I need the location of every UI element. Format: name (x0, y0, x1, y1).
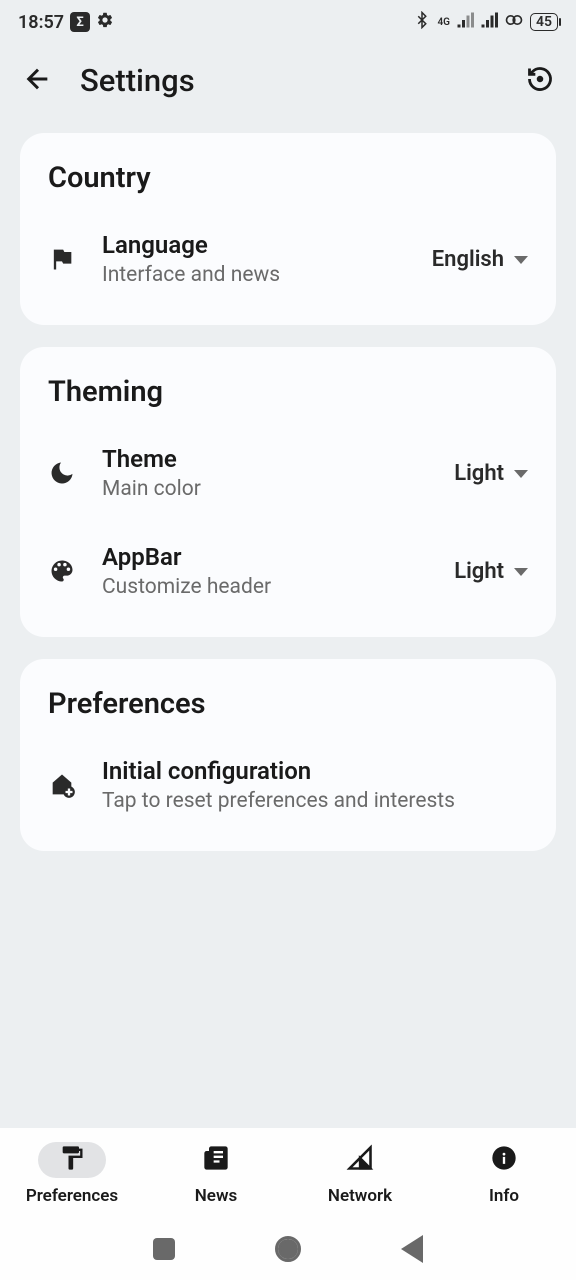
language-row[interactable]: Language Interface and news English (48, 225, 528, 293)
section-title: Theming (48, 375, 528, 409)
theme-dropdown[interactable]: Light (454, 461, 528, 486)
nav-label: Preferences (26, 1186, 118, 1206)
chevron-down-icon (514, 470, 528, 478)
country-section: Country Language Interface and news Engl… (20, 133, 556, 325)
row-subtitle: Customize header (102, 575, 428, 599)
nav-label: Network (328, 1186, 392, 1206)
theming-section: Theming Theme Main color Light AppBar Cu… (20, 347, 556, 637)
status-time: 18:57 (18, 12, 64, 33)
network-4g-label: 4G (437, 17, 450, 28)
nav-preferences[interactable]: Preferences (0, 1142, 144, 1206)
home-add-icon (48, 771, 76, 799)
app-bar: Settings (0, 44, 576, 121)
row-title: Language (102, 231, 406, 259)
info-icon (490, 1144, 518, 1176)
nav-news[interactable]: News (144, 1142, 288, 1206)
chevron-down-icon (514, 256, 528, 264)
bottom-nav: Preferences News Network Info (0, 1128, 576, 1218)
nav-label: News (195, 1186, 237, 1206)
recents-button[interactable] (153, 1238, 175, 1260)
news-icon (202, 1144, 230, 1176)
bluetooth-icon (413, 11, 431, 34)
signal-icon-2 (480, 11, 498, 34)
home-button[interactable] (275, 1236, 301, 1262)
history-reset-icon[interactable] (526, 65, 554, 97)
row-title: Initial configuration (102, 757, 528, 785)
flag-icon (48, 245, 76, 273)
row-subtitle: Interface and news (102, 263, 406, 287)
system-nav (0, 1218, 576, 1280)
battery-indicator: 45 (530, 13, 558, 31)
section-title: Country (48, 161, 528, 195)
chevron-down-icon (514, 568, 528, 576)
row-subtitle: Tap to reset preferences and interests (102, 789, 528, 813)
language-dropdown[interactable]: English (432, 247, 528, 272)
theme-row[interactable]: Theme Main color Light (48, 439, 528, 507)
appbar-row[interactable]: AppBar Customize header Light (48, 537, 528, 605)
signal-icon (456, 11, 474, 34)
nav-network[interactable]: Network (288, 1142, 432, 1206)
loop-icon (504, 10, 524, 35)
nav-label: Info (489, 1186, 519, 1206)
back-button[interactable] (401, 1235, 423, 1263)
signal-triangle-icon (346, 1144, 374, 1176)
page-title: Settings (80, 62, 500, 99)
initial-config-row[interactable]: Initial configuration Tap to reset prefe… (48, 751, 528, 819)
status-bar: 18:57 Σ 4G 45 (0, 0, 576, 44)
row-subtitle: Main color (102, 477, 428, 501)
appbar-dropdown[interactable]: Light (454, 559, 528, 584)
sigma-icon: Σ (70, 12, 90, 32)
palette-icon (48, 557, 76, 585)
row-title: Theme (102, 445, 428, 473)
back-arrow-icon[interactable] (22, 63, 54, 99)
row-title: AppBar (102, 543, 428, 571)
gear-icon (96, 11, 114, 34)
section-title: Preferences (48, 687, 528, 721)
moon-icon (48, 459, 76, 487)
preferences-section: Preferences Initial configuration Tap to… (20, 659, 556, 851)
nav-info[interactable]: Info (432, 1142, 576, 1206)
roller-icon (58, 1144, 86, 1176)
